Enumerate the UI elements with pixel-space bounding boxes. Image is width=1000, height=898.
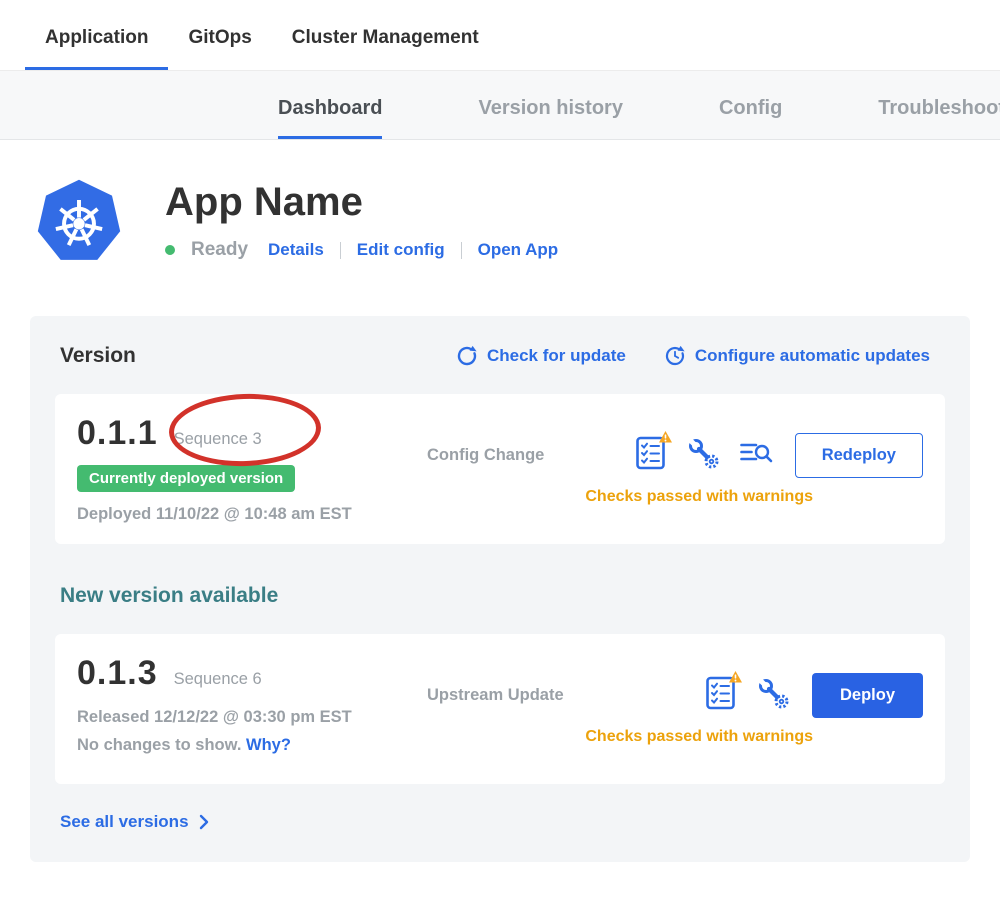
- primary-nav: Application GitOps Cluster Management: [0, 0, 1000, 70]
- nav-item-gitops[interactable]: GitOps: [168, 1, 271, 70]
- tab-troubleshoot[interactable]: Troubleshoot: [878, 73, 1000, 139]
- new-version-heading: New version available: [60, 584, 945, 608]
- preflight-checks-icon[interactable]: [706, 676, 736, 715]
- change-type-label: Config Change: [427, 446, 636, 465]
- app-header: App Name Ready Details Edit config Open …: [0, 140, 1000, 266]
- divider: [461, 242, 462, 259]
- checks-status-text: Checks passed with warnings: [585, 728, 813, 746]
- released-timestamp: Released 12/12/22 @ 03:30 pm EST: [77, 708, 427, 727]
- app-status-row: Ready Details Edit config Open App: [165, 239, 558, 261]
- edit-config-link[interactable]: Edit config: [357, 240, 445, 260]
- change-type-label: Upstream Update: [427, 686, 706, 705]
- configure-automatic-updates-link[interactable]: Configure automatic updates: [664, 345, 930, 367]
- app-status-text: Ready: [191, 239, 248, 261]
- diff-search-icon[interactable]: [740, 439, 773, 472]
- tab-config[interactable]: Config: [719, 73, 782, 139]
- tab-version-history[interactable]: Version history: [478, 73, 623, 139]
- warning-triangle-icon: [729, 671, 742, 683]
- why-link[interactable]: Why?: [246, 736, 291, 754]
- configure-automatic-updates-label: Configure automatic updates: [695, 346, 930, 366]
- new-version-row: 0.1.3 Sequence 6 Released 12/12/22 @ 03:…: [55, 634, 945, 784]
- nav-item-cluster-management[interactable]: Cluster Management: [272, 1, 499, 70]
- app-tabs: Dashboard Version history Config Trouble…: [0, 70, 1000, 140]
- new-version-number: 0.1.3: [77, 654, 158, 693]
- chevron-right-icon: [199, 814, 209, 830]
- currently-deployed-badge: Currently deployed version: [77, 465, 295, 492]
- preflight-checks-icon[interactable]: [636, 436, 666, 475]
- ready-status-dot: [165, 245, 175, 255]
- tab-dashboard[interactable]: Dashboard: [278, 73, 382, 139]
- kubernetes-helm-icon: [35, 178, 123, 266]
- nav-item-application[interactable]: Application: [25, 1, 168, 70]
- refresh-icon: [456, 345, 478, 367]
- current-version-row: 0.1.1 Sequence 3 Currently deployed vers…: [55, 394, 945, 544]
- clock-refresh-icon: [664, 345, 686, 367]
- current-version-number: 0.1.1: [77, 414, 158, 453]
- wrench-gear-icon[interactable]: [756, 677, 790, 714]
- checks-status-text: Checks passed with warnings: [585, 488, 813, 506]
- details-link[interactable]: Details: [268, 240, 324, 260]
- open-app-link[interactable]: Open App: [478, 240, 559, 260]
- warning-triangle-icon: [659, 431, 672, 443]
- wrench-gear-icon[interactable]: [686, 437, 720, 474]
- version-card: Version Check for update Configure autom…: [30, 316, 970, 862]
- redeploy-button[interactable]: Redeploy: [795, 433, 923, 478]
- see-all-versions-link[interactable]: See all versions: [60, 812, 945, 832]
- new-version-sequence: Sequence 6: [174, 670, 262, 689]
- check-for-update-label: Check for update: [487, 346, 626, 366]
- page-title: App Name: [165, 180, 558, 225]
- see-all-versions-label: See all versions: [60, 812, 189, 832]
- current-version-sequence: Sequence 3: [174, 430, 262, 449]
- version-card-title: Version: [60, 344, 136, 368]
- check-for-update-link[interactable]: Check for update: [456, 345, 626, 367]
- deploy-button[interactable]: Deploy: [812, 673, 923, 718]
- divider: [340, 242, 341, 259]
- deployed-timestamp: Deployed 11/10/22 @ 10:48 am EST: [77, 505, 427, 524]
- no-changes-text: No changes to show.: [77, 736, 241, 754]
